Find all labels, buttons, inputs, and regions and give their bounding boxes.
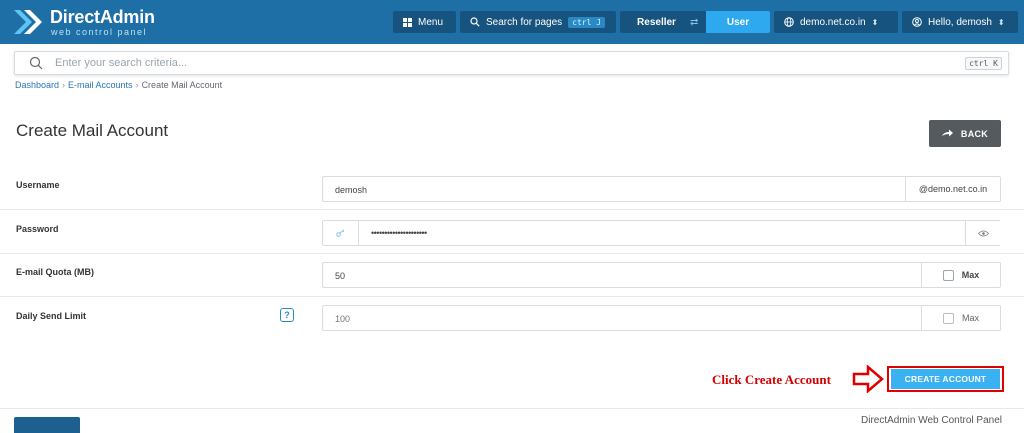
back-button[interactable]: BACK [929, 120, 1001, 147]
search-pages-shortcut: ctrl J [568, 16, 606, 28]
back-label: BACK [960, 128, 989, 139]
quota-max-toggle[interactable]: Max [921, 263, 1000, 287]
search-pages-button[interactable]: Search for pages ctrl J [460, 11, 616, 33]
generate-password-button[interactable] [323, 221, 359, 245]
domain-selector[interactable]: demo.net.co.in ⬍ [774, 11, 898, 33]
send-limit-max-checkbox[interactable] [942, 312, 954, 324]
footer-text: DirectAdmin Web Control Panel [861, 415, 1002, 426]
breadcrumb-dashboard[interactable]: Dashboard [15, 80, 59, 90]
greeting-label: Hello, demosh [928, 16, 992, 28]
password-row: Password ••••••••••••••••••••• [0, 210, 1024, 254]
breadcrumb-separator: › [62, 80, 66, 90]
menu-label: Menu [418, 16, 444, 28]
send-limit-max-toggle[interactable]: Max [921, 306, 1000, 330]
password-value: ••••••••••••••••••••• [371, 228, 427, 238]
chevron-updown-icon: ⬍ [997, 17, 1005, 27]
quota-max-label: Max [961, 270, 980, 280]
brand-subtitle: web control panel [51, 27, 148, 37]
send-limit-value: 100 [335, 314, 351, 324]
arrow-right-icon [941, 129, 953, 137]
breadcrumb: Dashboard › E-mail Accounts › Create Mail Ac… [15, 80, 222, 90]
globe-icon [784, 17, 794, 27]
grid-icon [403, 17, 412, 27]
send-limit-field[interactable]: 100 Max [322, 305, 1001, 331]
password-field[interactable]: ••••••••••••••••••••• [322, 220, 1001, 246]
menu-button[interactable]: Menu [393, 11, 456, 33]
level-reseller[interactable]: Reseller [620, 11, 693, 33]
directadmin-logo[interactable]: DirectAdmin web control panel [12, 6, 192, 38]
username-row: Username demosh @demo.net.co.in [0, 166, 1024, 210]
breadcrumb-separator: › [135, 80, 139, 90]
password-label: Password [16, 224, 59, 234]
search-input[interactable] [55, 55, 935, 71]
footer-divider [0, 408, 1024, 409]
domain-label: demo.net.co.in [800, 16, 866, 28]
search-icon [29, 56, 43, 70]
username-label: Username [16, 180, 60, 190]
help-icon[interactable]: ? [280, 308, 294, 322]
search-icon [470, 17, 480, 27]
quota-field[interactable]: 50 Max [322, 262, 1001, 288]
key-icon [335, 229, 344, 237]
quota-label: E-mail Quota (MB) [16, 267, 94, 277]
create-account-button[interactable]: CREATE ACCOUNT [891, 369, 1000, 389]
send-limit-row: Daily Send Limit ? 100 Max [0, 297, 1024, 341]
logo-chevron-icon [14, 10, 42, 34]
user-menu[interactable]: Hello, demosh ⬍ [902, 11, 1018, 33]
breadcrumb-current: Create Mail Account [141, 80, 223, 90]
breadcrumb-email-accounts[interactable]: E-mail Accounts [68, 80, 133, 90]
chevron-updown-icon: ⬍ [871, 17, 879, 27]
eye-icon [978, 230, 989, 236]
toggle-password-visibility[interactable] [965, 221, 1001, 245]
footer-button[interactable] [14, 417, 80, 433]
domain-suffix: @demo.net.co.in [905, 177, 1000, 201]
page-title: Create Mail Account [16, 121, 169, 140]
search-shortcut: ctrl K [965, 57, 1002, 70]
annotation-text: Click Create Account [712, 372, 831, 387]
global-search-bar: ctrl K [14, 51, 1009, 75]
user-circle-icon [912, 17, 922, 27]
annotation-arrow-icon [852, 365, 884, 393]
brand-title: DirectAdmin [50, 7, 155, 27]
username-value: demosh [335, 185, 368, 195]
quota-max-checkbox[interactable] [942, 269, 954, 281]
send-limit-max-label: Max [961, 313, 979, 323]
quota-row: E-mail Quota (MB) 50 Max [0, 253, 1024, 297]
search-pages-label: Search for pages [486, 16, 563, 28]
level-switcher[interactable]: Reseller ⇄ User [620, 11, 770, 33]
username-field[interactable]: demosh @demo.net.co.in [322, 176, 1001, 202]
send-limit-label: Daily Send Limit [16, 311, 87, 321]
top-bar: DirectAdmin web control panel Menu Searc… [0, 0, 1024, 44]
level-user[interactable]: User [706, 11, 770, 33]
quota-value: 50 [335, 271, 346, 281]
swap-icon: ⇄ [690, 16, 699, 28]
